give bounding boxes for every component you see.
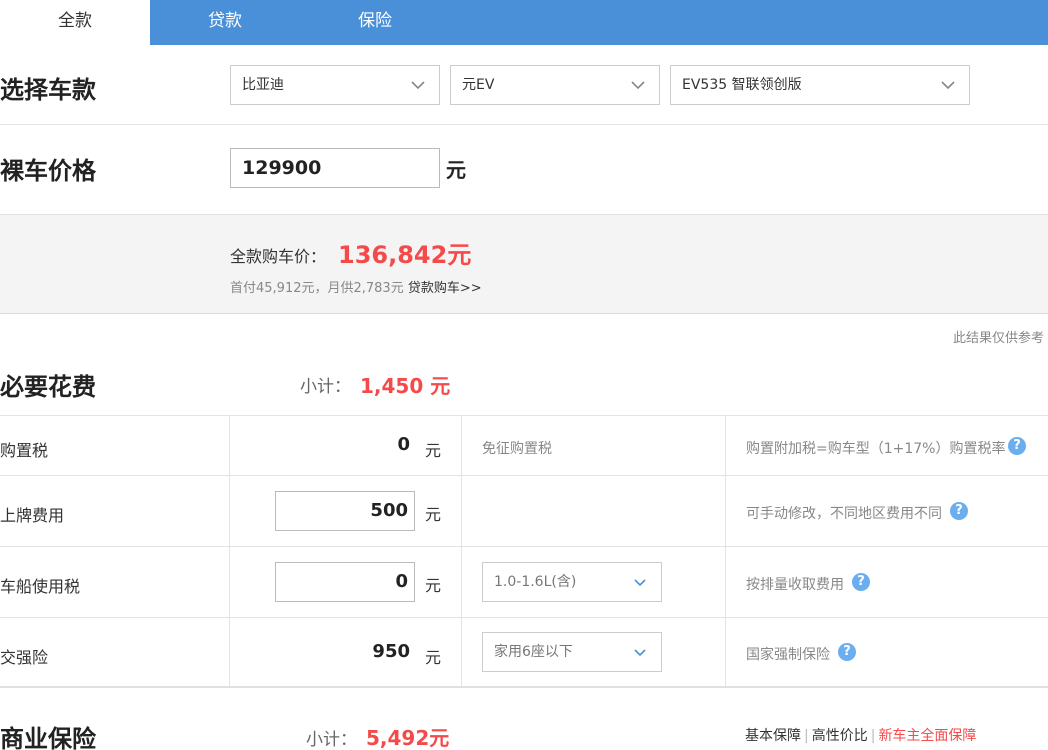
purchase-tax-unit: 元 [425,441,442,460]
divider [0,475,1048,476]
column-divider [461,415,462,686]
purchase-tax-value: 0 [397,434,410,455]
divider [0,415,1048,416]
necessary-fees-title: 必要花费 [0,373,96,401]
chevron-down-icon [631,81,645,90]
divider [0,546,1048,547]
tab-insurance[interactable]: 保险 [300,0,450,45]
bare-price-input[interactable]: 129900 [230,148,440,188]
link-separator: | [870,728,876,744]
chevron-down-icon [634,579,646,587]
registration-fee-unit: 元 [425,505,442,524]
total-price-label: 全款购车价： [230,247,327,266]
purchase-tax-exempt: 免征购置税 [482,441,552,457]
chevron-down-icon [634,649,646,657]
divider [0,686,1048,688]
brand-select-value: 比亚迪 [242,77,284,93]
compulsory-insurance-unit: 元 [425,648,442,667]
help-icon[interactable]: ? [950,502,968,520]
column-divider [725,415,726,686]
purchase-tax-desc: 购置附加税=购车型（1+17%）购置税率 [746,441,1006,457]
reference-note: 此结果仅供参考 [952,331,1044,346]
necessary-subtotal-value: 1,450 元 [360,374,451,398]
payment-summary: 首付45,912元，月供2,783元 贷款购车>> [230,277,482,296]
purchase-tax-label: 购置税 [0,441,49,460]
brand-select[interactable]: 比亚迪 [230,65,440,105]
registration-fee-label: 上牌费用 [0,506,65,525]
displacement-select[interactable]: 1.0-1.6L(含) [482,562,662,602]
insurance-plan-links: 基本保障 | 高性价比 | 新车主全面保障 [745,725,976,745]
series-select[interactable]: 元EV [450,65,660,105]
chevron-down-icon [411,81,425,90]
tab-bar: 全款 贷款 保险 [0,0,1048,45]
vehicle-tax-input[interactable]: 0 [275,562,415,602]
tab-full-payment[interactable]: 全款 [0,0,150,45]
model-select-value: EV535 智联领创版 [682,77,802,93]
displacement-select-value: 1.0-1.6L(含) [494,574,577,590]
column-divider [229,415,230,686]
commercial-subtotal-label: 小计： [306,730,357,750]
necessary-subtotal-label: 小计： [300,377,351,397]
model-select[interactable]: EV535 智联领创版 [670,65,970,105]
chevron-down-icon [941,81,955,90]
registration-fee-desc: 可手动修改，不同地区费用不同 [746,506,942,522]
help-icon[interactable]: ? [852,573,870,591]
down-payment-text: 首付45,912元，月供2,783元 [230,281,404,296]
bare-price-title: 裸车价格 [0,157,96,185]
compulsory-insurance-label: 交强险 [0,648,49,667]
divider [0,124,1048,125]
series-select-value: 元EV [462,77,495,93]
plan-value-link[interactable]: 高性价比 [812,728,868,744]
seat-type-select-value: 家用6座以下 [494,644,573,660]
compulsory-insurance-value: 950 [372,641,410,662]
plan-basic-link[interactable]: 基本保障 [745,728,801,744]
vehicle-tax-unit: 元 [425,576,442,595]
total-summary-panel: 全款购车价： 136,842元 首付45,912元，月供2,783元 贷款购车>… [0,214,1048,314]
help-icon[interactable]: ? [838,643,856,661]
help-icon[interactable]: ? [1008,437,1026,455]
vehicle-tax-label: 车船使用税 [0,577,81,596]
commercial-insurance-title: 商业保险 [0,725,96,750]
compulsory-insurance-desc: 国家强制保险 [746,647,830,663]
loan-purchase-link[interactable]: 贷款购车>> [408,281,482,296]
commercial-subtotal-value: 5,492元 [366,726,450,750]
select-car-title: 选择车款 [0,76,96,104]
plan-full-coverage-link[interactable]: 新车主全面保障 [878,728,976,744]
total-price-value: 136,842元 [338,241,472,269]
seat-type-select[interactable]: 家用6座以下 [482,632,662,672]
divider [0,617,1048,618]
link-separator: | [804,728,809,744]
vehicle-tax-desc: 按排量收取费用 [746,577,844,593]
bare-price-unit: 元 [446,158,466,182]
registration-fee-input[interactable]: 500 [275,491,415,531]
tab-loan[interactable]: 贷款 [150,0,300,45]
